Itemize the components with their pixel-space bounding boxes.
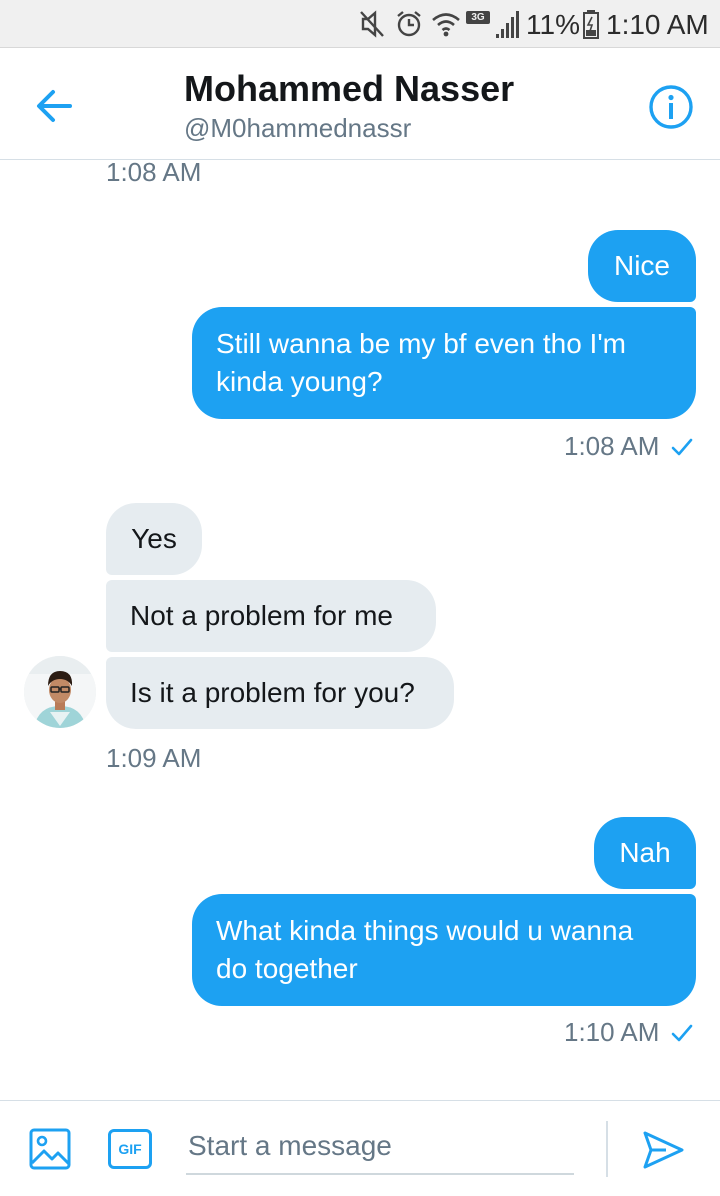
sent-message-bubble[interactable]: What kinda things would u wanna do toget… <box>192 894 696 1006</box>
sent-message-bubble[interactable]: Nah <box>594 817 696 889</box>
sent-message-bubble[interactable]: Still wanna be my bf even tho I'm kinda … <box>192 307 696 419</box>
received-message-bubble[interactable]: Not a problem for me <box>106 580 436 652</box>
signal-icon <box>496 11 519 38</box>
alarm-icon <box>397 11 421 37</box>
contact-avatar[interactable] <box>24 656 96 728</box>
received-message-bubble[interactable]: Is it a problem for you? <box>106 657 454 729</box>
info-icon[interactable] <box>648 84 694 130</box>
message-timestamp: 1:08 AM <box>564 431 660 461</box>
contact-handle: @M0hammednassr <box>184 113 412 143</box>
back-arrow-icon[interactable] <box>26 78 82 134</box>
message-composer: GIF <box>0 1100 720 1196</box>
read-check-icon <box>671 438 693 456</box>
image-icon[interactable] <box>28 1127 72 1171</box>
send-icon[interactable] <box>640 1127 686 1173</box>
read-check-icon <box>671 1024 693 1042</box>
status-bar: 3G 11% 1:10 AM <box>0 0 720 48</box>
conversation-header: Mohammed Nasser @M0hammednassr <box>0 48 720 160</box>
gif-button[interactable]: GIF <box>108 1129 152 1169</box>
status-time: 1:10 AM <box>606 9 709 40</box>
message-list[interactable]: 1:08 AM Nice Still wanna be my bf even t… <box>0 160 720 1100</box>
wifi-icon <box>432 13 460 37</box>
contact-name: Mohammed Nasser <box>184 68 515 109</box>
message-timestamp: 1:09 AM <box>106 743 202 773</box>
received-message-bubble[interactable]: Yes <box>106 503 202 575</box>
battery-percent: 11% <box>526 9 580 40</box>
dm-screen: 3G 11% 1:10 AM Mohammed Nasser @M0hammed… <box>0 0 720 1196</box>
battery-icon <box>583 10 599 39</box>
message-timestamp: 1:08 AM <box>106 160 202 187</box>
message-timestamp: 1:10 AM <box>564 1017 660 1047</box>
network-badge: 3G <box>466 11 490 24</box>
avatar-photo <box>24 656 96 728</box>
message-input[interactable] <box>186 1119 574 1175</box>
sent-message-bubble[interactable]: Nice <box>588 230 696 302</box>
composer-divider <box>606 1121 608 1177</box>
mute-icon <box>360 10 384 38</box>
